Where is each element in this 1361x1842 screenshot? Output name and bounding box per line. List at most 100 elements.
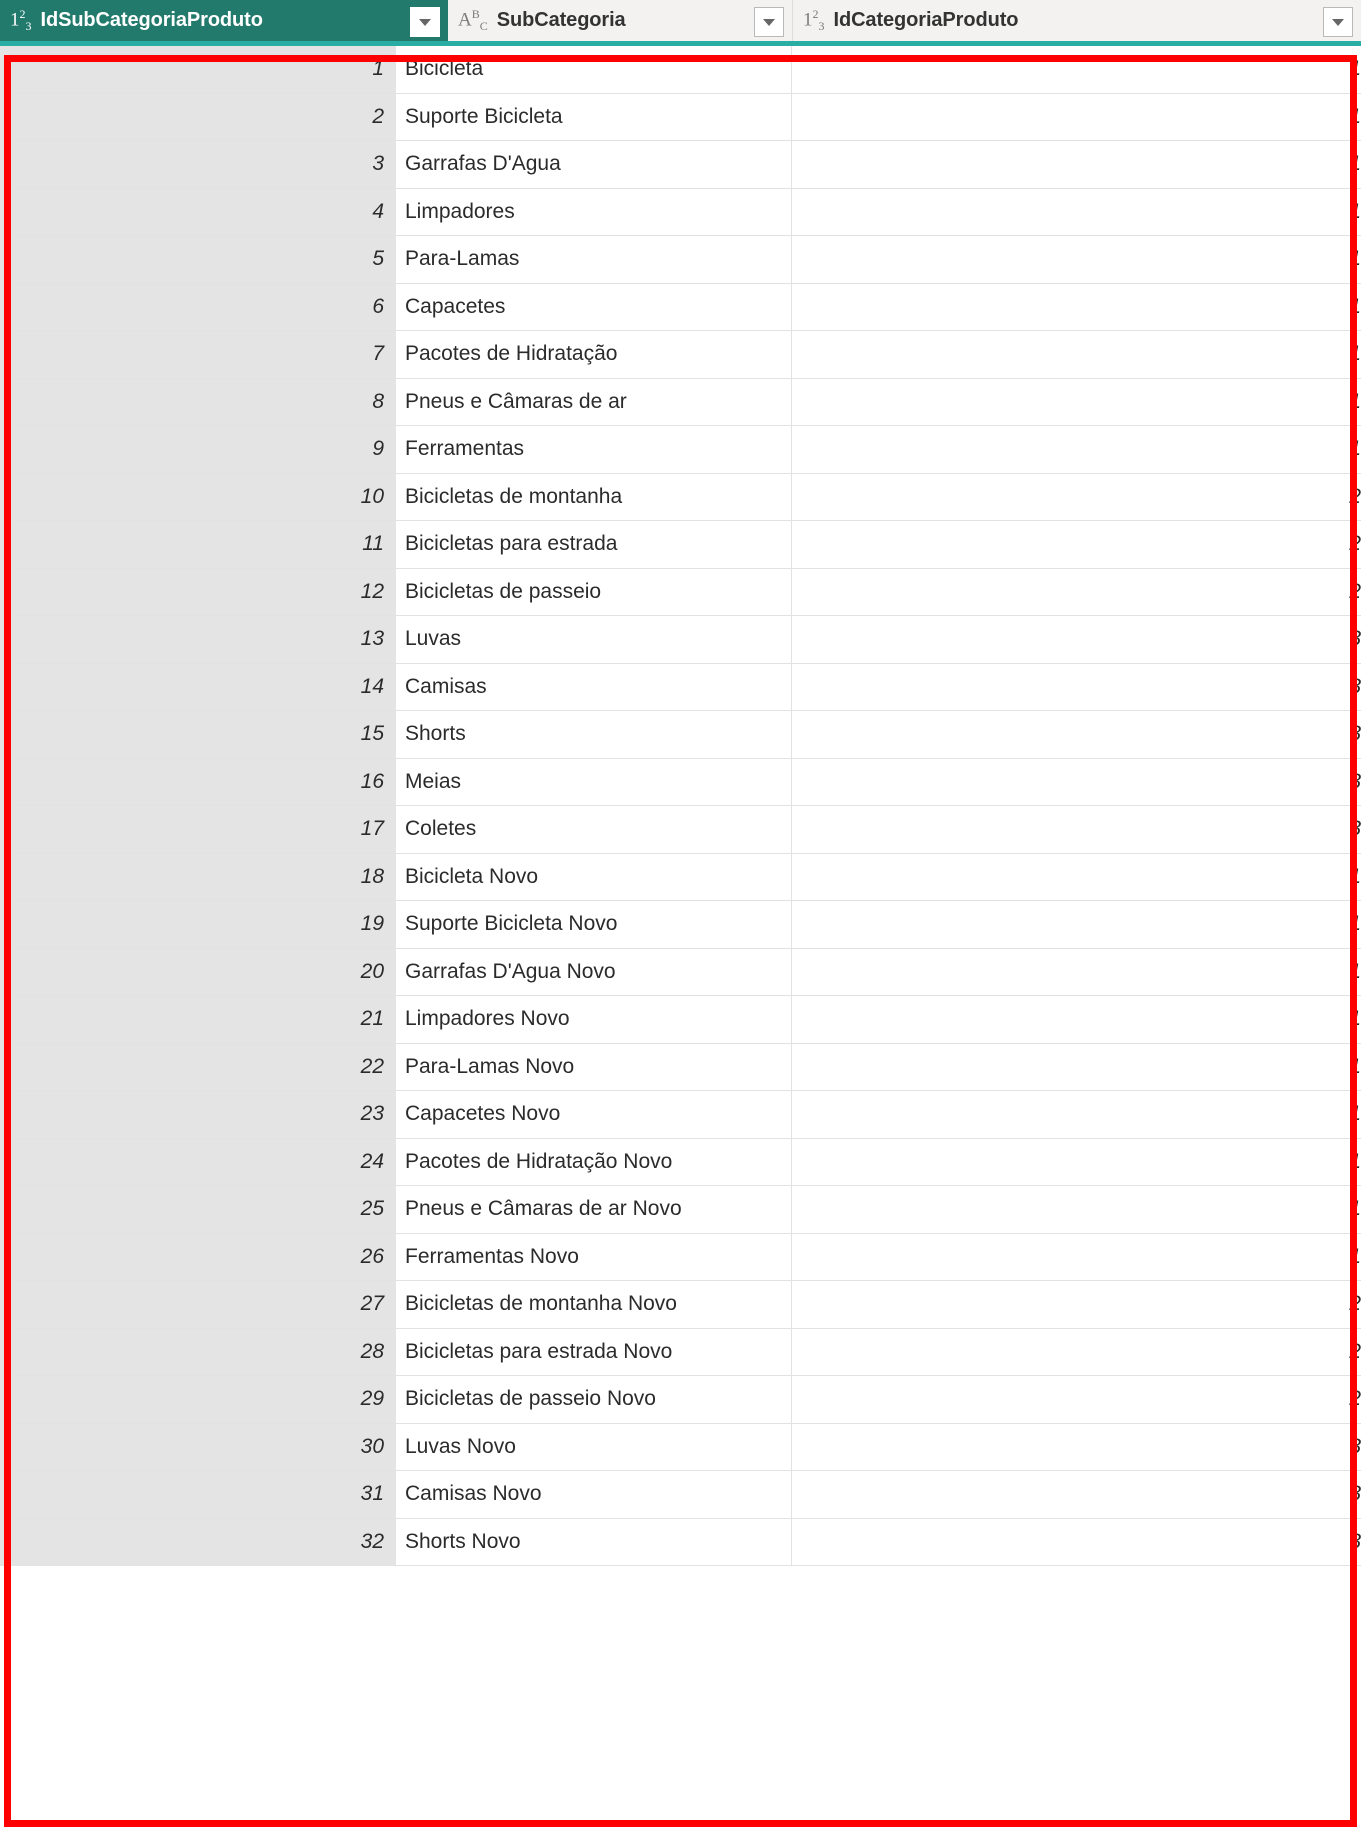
cell-idsubcategoriaproduto[interactable]: 25 — [0, 1186, 396, 1233]
cell-idcategoriaproduto[interactable]: 1 — [792, 283, 1361, 330]
cell-idcategoriaproduto[interactable]: 2 — [792, 521, 1361, 568]
cell-subcategoria[interactable]: Bicicleta Novo — [396, 853, 792, 900]
cell-idcategoriaproduto[interactable]: 1 — [792, 93, 1361, 140]
cell-idcategoriaproduto[interactable]: 3 — [792, 711, 1361, 758]
cell-idcategoriaproduto[interactable]: 2 — [792, 568, 1361, 615]
table-row[interactable]: 9 Ferramentas 1 — [0, 426, 1361, 474]
table-row[interactable]: 7 Pacotes de Hidratação 1 — [0, 331, 1361, 379]
cell-idsubcategoriaproduto[interactable]: 31 — [0, 1471, 396, 1518]
table-row[interactable]: 1 Bicicleta 1 — [0, 46, 1361, 94]
cell-idsubcategoriaproduto[interactable]: 21 — [0, 996, 396, 1043]
cell-subcategoria[interactable]: Shorts Novo — [396, 1518, 792, 1565]
cell-idcategoriaproduto[interactable]: 1 — [792, 948, 1361, 995]
cell-subcategoria[interactable]: Capacetes — [396, 283, 792, 330]
cell-subcategoria[interactable]: Capacetes Novo — [396, 1091, 792, 1138]
cell-idcategoriaproduto[interactable]: 3 — [792, 1471, 1361, 1518]
cell-idcategoriaproduto[interactable]: 1 — [792, 46, 1361, 93]
cell-subcategoria[interactable]: Bicicletas de montanha — [396, 473, 792, 520]
cell-subcategoria[interactable]: Camisas — [396, 663, 792, 710]
cell-subcategoria[interactable]: Garrafas D'Agua — [396, 141, 792, 188]
column-header-idsubcategoriaproduto[interactable]: 123 IdSubCategoriaProduto — [0, 0, 448, 46]
cell-idcategoriaproduto[interactable]: 1 — [792, 188, 1361, 235]
cell-idsubcategoriaproduto[interactable]: 2 — [0, 93, 396, 140]
cell-idcategoriaproduto[interactable]: 1 — [792, 141, 1361, 188]
cell-idcategoriaproduto[interactable]: 1 — [792, 1138, 1361, 1185]
cell-idsubcategoriaproduto[interactable]: 30 — [0, 1423, 396, 1470]
cell-subcategoria[interactable]: Luvas Novo — [396, 1423, 792, 1470]
cell-idcategoriaproduto[interactable]: 2 — [792, 473, 1361, 520]
cell-subcategoria[interactable]: Pacotes de Hidratação Novo — [396, 1138, 792, 1185]
table-row[interactable]: 20 Garrafas D'Agua Novo 1 — [0, 948, 1361, 996]
cell-idcategoriaproduto[interactable]: 1 — [792, 853, 1361, 900]
table-row[interactable]: 26 Ferramentas Novo 1 — [0, 1233, 1361, 1281]
cell-idcategoriaproduto[interactable]: 3 — [792, 1423, 1361, 1470]
table-row[interactable]: 13 Luvas 3 — [0, 616, 1361, 664]
filter-dropdown-button-subcategoria[interactable] — [754, 7, 784, 37]
cell-subcategoria[interactable]: Suporte Bicicleta Novo — [396, 901, 792, 948]
cell-idsubcategoriaproduto[interactable]: 20 — [0, 948, 396, 995]
cell-idcategoriaproduto[interactable]: 3 — [792, 1518, 1361, 1565]
table-row[interactable]: 27 Bicicletas de montanha Novo 2 — [0, 1281, 1361, 1329]
cell-subcategoria[interactable]: Limpadores — [396, 188, 792, 235]
table-row[interactable]: 3 Garrafas D'Agua 1 — [0, 141, 1361, 189]
cell-idsubcategoriaproduto[interactable]: 28 — [0, 1328, 396, 1375]
cell-subcategoria[interactable]: Limpadores Novo — [396, 996, 792, 1043]
cell-subcategoria[interactable]: Para-Lamas — [396, 236, 792, 283]
cell-idsubcategoriaproduto[interactable]: 14 — [0, 663, 396, 710]
column-header-subcategoria[interactable]: ABC SubCategoria — [448, 0, 793, 46]
cell-idsubcategoriaproduto[interactable]: 22 — [0, 1043, 396, 1090]
cell-idsubcategoriaproduto[interactable]: 11 — [0, 521, 396, 568]
column-header-idcategoriaproduto[interactable]: 123 IdCategoriaProduto — [793, 0, 1361, 46]
cell-idsubcategoriaproduto[interactable]: 1 — [0, 46, 396, 93]
data-rows-container[interactable]: 1 Bicicleta 1 2 Suporte Bicicleta 1 3 Garrafas … — [0, 46, 1361, 1842]
cell-idcategoriaproduto[interactable]: 1 — [792, 1091, 1361, 1138]
cell-subcategoria[interactable]: Pacotes de Hidratação — [396, 331, 792, 378]
table-row[interactable]: 8 Pneus e Câmaras de ar 1 — [0, 378, 1361, 426]
table-row[interactable]: 28 Bicicletas para estrada Novo 2 — [0, 1328, 1361, 1376]
table-row[interactable]: 21 Limpadores Novo 1 — [0, 996, 1361, 1044]
table-row[interactable]: 10 Bicicletas de montanha 2 — [0, 473, 1361, 521]
cell-idcategoriaproduto[interactable]: 1 — [792, 426, 1361, 473]
table-row[interactable]: 2 Suporte Bicicleta 1 — [0, 93, 1361, 141]
cell-idsubcategoriaproduto[interactable]: 24 — [0, 1138, 396, 1185]
cell-subcategoria[interactable]: Shorts — [396, 711, 792, 758]
cell-subcategoria[interactable]: Luvas — [396, 616, 792, 663]
cell-idcategoriaproduto[interactable]: 1 — [792, 331, 1361, 378]
cell-subcategoria[interactable]: Bicicleta — [396, 46, 792, 93]
table-row[interactable]: 17 Coletes 3 — [0, 806, 1361, 854]
table-row[interactable]: 12 Bicicletas de passeio 2 — [0, 568, 1361, 616]
cell-idcategoriaproduto[interactable]: 1 — [792, 378, 1361, 425]
cell-idsubcategoriaproduto[interactable]: 7 — [0, 331, 396, 378]
cell-subcategoria[interactable]: Bicicletas para estrada — [396, 521, 792, 568]
cell-subcategoria[interactable]: Bicicletas de montanha Novo — [396, 1281, 792, 1328]
cell-idsubcategoriaproduto[interactable]: 4 — [0, 188, 396, 235]
cell-idcategoriaproduto[interactable]: 3 — [792, 663, 1361, 710]
table-row[interactable]: 22 Para-Lamas Novo 1 — [0, 1043, 1361, 1091]
cell-idsubcategoriaproduto[interactable]: 15 — [0, 711, 396, 758]
cell-subcategoria[interactable]: Pneus e Câmaras de ar — [396, 378, 792, 425]
cell-subcategoria[interactable]: Camisas Novo — [396, 1471, 792, 1518]
cell-idsubcategoriaproduto[interactable]: 17 — [0, 806, 396, 853]
filter-dropdown-button-idsubcategoriaproduto[interactable] — [410, 7, 440, 37]
cell-subcategoria[interactable]: Coletes — [396, 806, 792, 853]
cell-idsubcategoriaproduto[interactable]: 26 — [0, 1233, 396, 1280]
table-row[interactable]: 32 Shorts Novo 3 — [0, 1518, 1361, 1566]
cell-idsubcategoriaproduto[interactable]: 5 — [0, 236, 396, 283]
cell-idsubcategoriaproduto[interactable]: 10 — [0, 473, 396, 520]
cell-idsubcategoriaproduto[interactable]: 16 — [0, 758, 396, 805]
table-row[interactable]: 24 Pacotes de Hidratação Novo 1 — [0, 1138, 1361, 1186]
cell-subcategoria[interactable]: Bicicletas de passeio — [396, 568, 792, 615]
cell-idsubcategoriaproduto[interactable]: 3 — [0, 141, 396, 188]
cell-idcategoriaproduto[interactable]: 1 — [792, 901, 1361, 948]
cell-idcategoriaproduto[interactable]: 1 — [792, 1043, 1361, 1090]
table-row[interactable]: 16 Meias 3 — [0, 758, 1361, 806]
cell-idcategoriaproduto[interactable]: 3 — [792, 758, 1361, 805]
cell-subcategoria[interactable]: Ferramentas — [396, 426, 792, 473]
cell-idsubcategoriaproduto[interactable]: 23 — [0, 1091, 396, 1138]
cell-idsubcategoriaproduto[interactable]: 8 — [0, 378, 396, 425]
cell-idsubcategoriaproduto[interactable]: 18 — [0, 853, 396, 900]
cell-idcategoriaproduto[interactable]: 3 — [792, 616, 1361, 663]
cell-subcategoria[interactable]: Ferramentas Novo — [396, 1233, 792, 1280]
cell-idcategoriaproduto[interactable]: 2 — [792, 1281, 1361, 1328]
cell-idsubcategoriaproduto[interactable]: 19 — [0, 901, 396, 948]
